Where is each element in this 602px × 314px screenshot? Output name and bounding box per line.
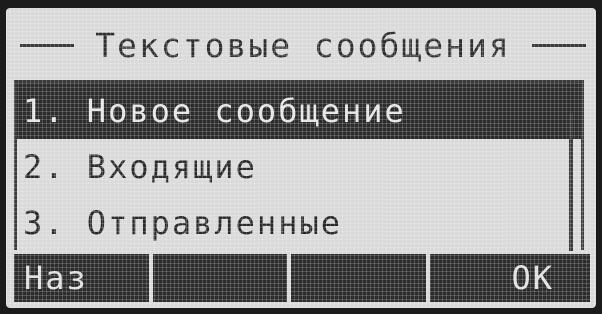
screen-header: Текстовые сообщения <box>6 18 596 72</box>
menu-list: 1. Новое сообщение 2. Входящие 3. Отправ… <box>14 80 584 251</box>
softkey-3[interactable] <box>291 254 426 302</box>
softkey-ok[interactable]: OK <box>429 254 590 302</box>
softkey-back[interactable]: Наз <box>14 254 149 302</box>
menu-item-inbox[interactable]: 2. Входящие <box>17 139 581 195</box>
menu-item-sent[interactable]: 3. Отправленные <box>17 195 581 251</box>
lcd-screen: Текстовые сообщения 1. Новое сообщение 2… <box>6 8 596 308</box>
header-rule-right <box>532 43 586 47</box>
header-rule-left <box>20 43 74 47</box>
softkey-2[interactable] <box>152 254 287 302</box>
softkey-bar: Наз OK <box>14 254 590 302</box>
screen-title: Текстовые сообщения <box>95 25 511 65</box>
menu-item-new-message[interactable]: 1. Новое сообщение <box>17 83 581 139</box>
scrollbar[interactable] <box>569 113 573 251</box>
